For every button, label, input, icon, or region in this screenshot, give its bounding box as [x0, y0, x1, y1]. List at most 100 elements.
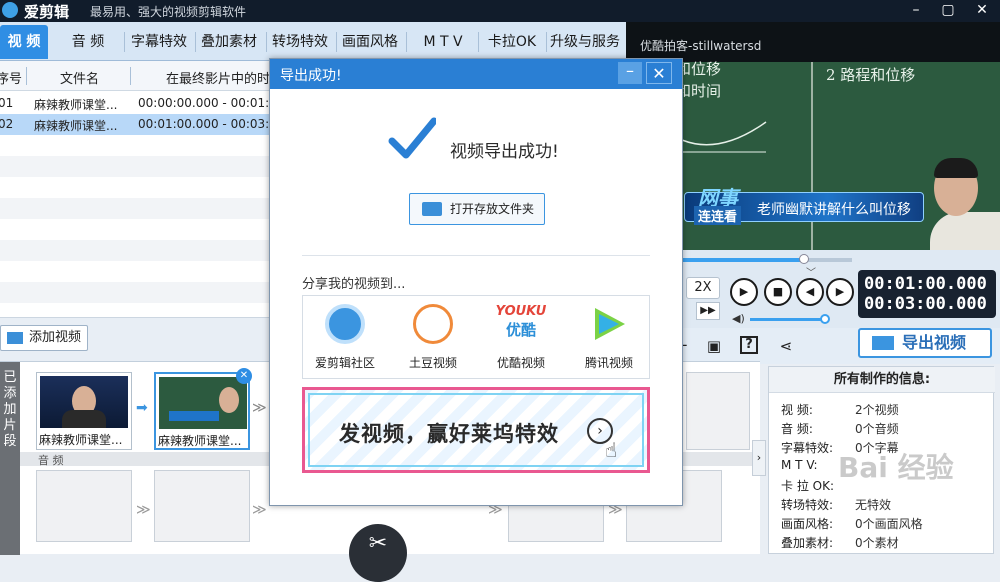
- tab-transitions[interactable]: 转场特效: [269, 25, 331, 59]
- column-time: 在最终影片中的时间: [166, 72, 270, 87]
- scissor-icon[interactable]: ✂: [349, 524, 407, 582]
- share-target-label: 优酷视频: [496, 356, 545, 370]
- row-index: 02: [0, 117, 14, 131]
- tencent-video-icon: [595, 308, 625, 340]
- video-title: 优酷拍客-stillwatersd: [640, 39, 762, 53]
- clip-item-selected[interactable]: 麻辣教师课堂...: [154, 372, 250, 450]
- youku-logo-bottom: 优酷: [505, 321, 536, 339]
- progress-bar[interactable]: [682, 254, 852, 264]
- board-text: 2 路程和位移: [826, 66, 916, 84]
- tab-video[interactable]: 视 频: [0, 25, 48, 59]
- film-add-icon: [7, 332, 23, 344]
- export-success-dialog: 导出成功! – ✕ 视频导出成功! 打开存放文件夹 分享我的视频到... 爱剪辑…: [269, 58, 683, 506]
- dialog-close-button[interactable]: ✕: [646, 62, 672, 84]
- youku-logo-top: YOUKU: [495, 304, 547, 319]
- column-divider: [26, 67, 27, 85]
- add-video-button[interactable]: 添加视频: [0, 325, 88, 351]
- column-divider: [130, 67, 131, 85]
- info-key: 画面风格:: [781, 517, 834, 531]
- play-button[interactable]: ▶: [730, 278, 758, 306]
- share-target-label: 爱剪辑社区: [314, 356, 375, 370]
- empty-audio-slot[interactable]: [36, 470, 132, 542]
- add-video-bar: 添加视频: [0, 317, 270, 361]
- share-youku[interactable]: YOUKU 优酷 优酷视频: [481, 304, 561, 374]
- checkmark-icon: [388, 117, 436, 159]
- app-logo-icon: [2, 2, 18, 18]
- volume-icon[interactable]: ◀): [732, 312, 745, 325]
- tab-karaoke[interactable]: 卡拉OK: [482, 25, 542, 59]
- clip-thumbnail: [40, 376, 128, 428]
- maximize-button[interactable]: ▢: [936, 0, 960, 22]
- info-row: 视 频: 2个视频: [781, 401, 899, 418]
- open-folder-button[interactable]: 打开存放文件夹: [409, 193, 545, 225]
- tab-divider: [478, 32, 479, 52]
- file-table: 序号 文件名 在最终影片中的时间 01 麻辣教师课堂... 00:00:00.0…: [0, 61, 270, 317]
- export-icon: [872, 336, 894, 350]
- next-frame-button[interactable]: ▶: [826, 278, 854, 306]
- tab-divider: [546, 32, 547, 52]
- tab-style[interactable]: 画面风格: [339, 25, 401, 59]
- save-icon[interactable]: ▣: [704, 336, 724, 356]
- speed-button[interactable]: 2X: [686, 277, 720, 299]
- share-icon[interactable]: ⋖: [776, 336, 796, 356]
- teacher-hair: [934, 158, 978, 178]
- row-filename: 麻辣教师课堂...: [34, 119, 118, 133]
- tab-subtitle-effects[interactable]: 字幕特效: [128, 25, 190, 59]
- remove-clip-icon[interactable]: ✕: [236, 368, 252, 384]
- info-row: 音 频: 0个音频: [781, 420, 899, 437]
- info-row: 叠加素材: 0个素材: [781, 534, 899, 551]
- dialog-minimize-button[interactable]: –: [618, 62, 642, 84]
- tab-audio[interactable]: 音 频: [58, 25, 118, 59]
- fast-forward-button[interactable]: ▶▶: [696, 302, 720, 320]
- column-index: 序号: [0, 72, 23, 87]
- chevron-down-icon[interactable]: ﹀: [806, 264, 816, 279]
- dialog-divider: [302, 255, 650, 256]
- open-folder-label: 打开存放文件夹: [450, 202, 535, 216]
- empty-clip-slot[interactable]: [686, 372, 750, 450]
- tab-mtv[interactable]: M T V: [410, 25, 476, 59]
- main-tabs: 视 频 音 频 字幕特效 叠加素材 转场特效 画面风格 M T V 卡拉OK 升…: [0, 22, 626, 61]
- app-slogan: 最易用、强大的视频剪辑软件: [90, 5, 247, 19]
- row-index: 01: [0, 96, 14, 110]
- tab-upgrade[interactable]: 升级与服务: [548, 25, 622, 59]
- share-aijianji[interactable]: 爱剪辑社区: [305, 304, 385, 374]
- progress-handle[interactable]: [799, 254, 810, 264]
- clip-label: 麻辣教师课堂...: [39, 433, 123, 447]
- stop-button[interactable]: ■: [764, 278, 792, 306]
- help-icon[interactable]: ?: [740, 336, 758, 354]
- youku-icon: YOUKU 优酷: [491, 304, 551, 344]
- close-button[interactable]: ✕: [970, 0, 994, 22]
- info-key: M T V:: [781, 458, 818, 472]
- info-value: 无特效: [855, 498, 892, 512]
- teacher-figure: [930, 212, 1000, 250]
- share-targets: 爱剪辑社区 土豆视频 YOUKU 优酷 优酷视频 腾讯视频: [302, 295, 650, 379]
- tab-divider: [124, 32, 125, 52]
- table-row-selected[interactable]: 02 麻辣教师课堂... 00:01:00.000 - 00:03:00: [0, 114, 270, 135]
- promo-banner[interactable]: 发视频，赢好莱坞特效 › ☝: [302, 387, 650, 473]
- tab-overlay[interactable]: 叠加素材: [198, 25, 260, 59]
- info-value: 0个素材: [855, 536, 899, 550]
- current-time: 00:01:00.000: [864, 274, 987, 294]
- info-title: 所有制作的信息:: [769, 367, 995, 393]
- empty-row: [0, 198, 270, 219]
- minimize-button[interactable]: –: [904, 0, 928, 22]
- volume-handle[interactable]: [819, 314, 830, 324]
- share-tudou[interactable]: 土豆视频: [393, 304, 473, 374]
- export-video-button[interactable]: 导出视频: [858, 328, 992, 358]
- table-header: 序号 文件名 在最终影片中的时间: [0, 61, 270, 91]
- volume-slider[interactable]: [750, 318, 826, 321]
- info-key: 字幕特效:: [781, 441, 834, 455]
- progress-fill: [682, 258, 805, 262]
- info-row: 画面风格: 0个画面风格: [781, 515, 923, 532]
- clip-item[interactable]: 麻辣教师课堂...: [36, 372, 132, 450]
- video-title-bar: 优酷拍客-stillwatersd: [626, 22, 1000, 62]
- success-message: 视频导出成功!: [450, 142, 559, 162]
- add-video-label: 添加视频: [29, 330, 82, 345]
- share-heading: 分享我的视频到...: [302, 277, 406, 292]
- table-row[interactable]: 01 麻辣教师课堂... 00:00:00.000 - 00:01:00: [0, 93, 270, 114]
- empty-audio-slot[interactable]: [154, 470, 250, 542]
- collapse-panel-button[interactable]: ›: [752, 440, 766, 476]
- share-tencent[interactable]: 腾讯视频: [569, 304, 649, 374]
- previous-frame-button[interactable]: ◀: [796, 278, 824, 306]
- promo-text: 发视频，赢好莱坞特效: [339, 422, 559, 446]
